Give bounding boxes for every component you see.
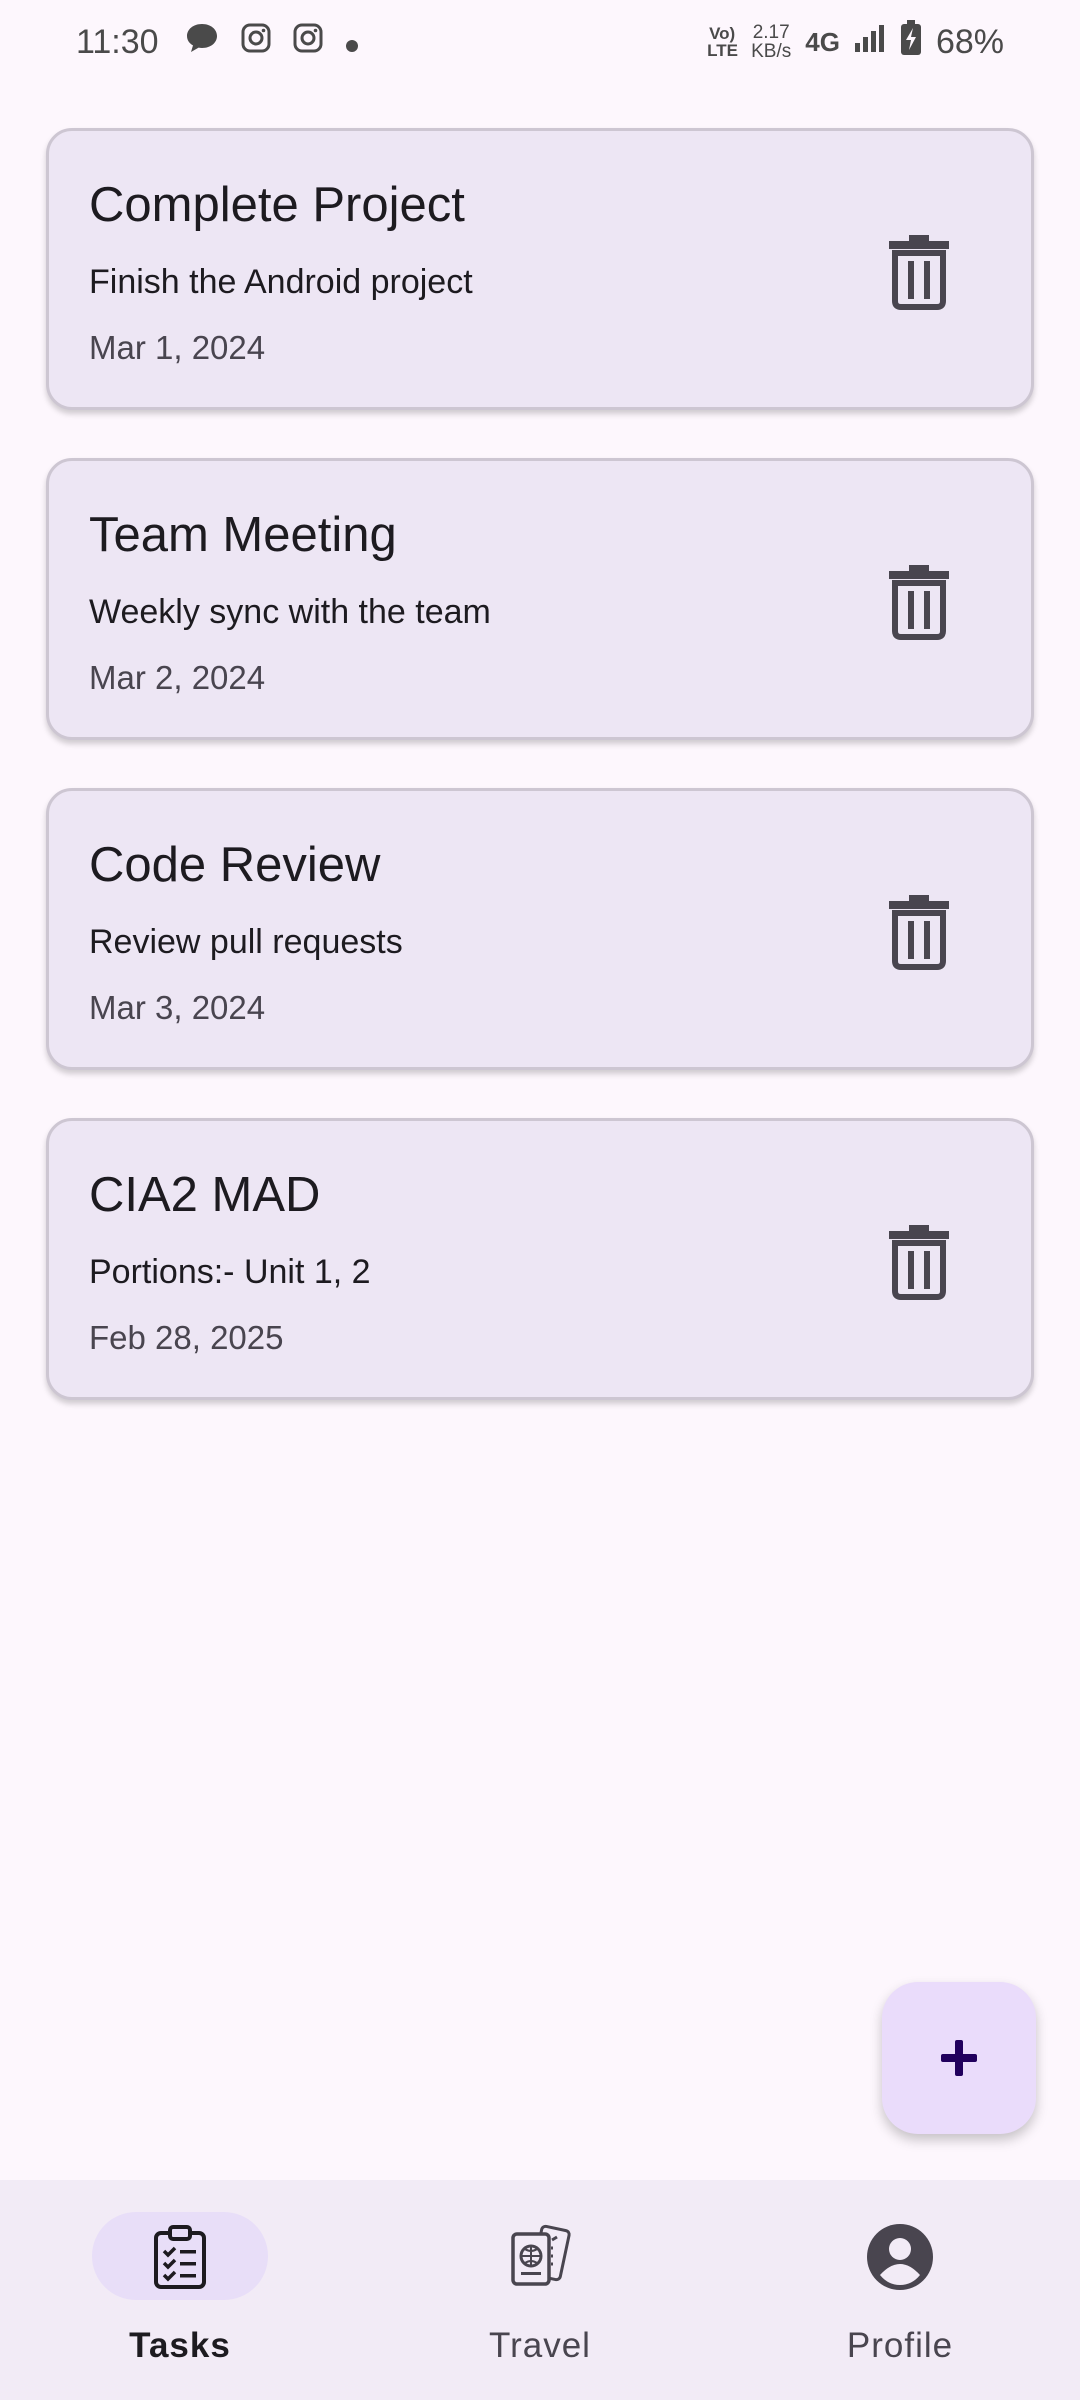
nav-label-tasks: Tasks <box>129 2326 231 2365</box>
network-speed-unit: KB/s <box>751 41 792 62</box>
battery-charging-icon <box>900 19 922 65</box>
network-speed: 2.17 KB/s <box>751 23 791 61</box>
trash-icon <box>889 895 949 970</box>
nav-item-travel[interactable]: Travel <box>360 2180 720 2400</box>
status-bar-left: 11:30 <box>76 22 359 63</box>
signal-icon <box>854 23 886 62</box>
volte-indicator: Vo) LTE <box>707 24 738 60</box>
status-time: 11:30 <box>76 22 159 61</box>
task-card[interactable]: Team Meeting Weekly sync with the team M… <box>46 458 1034 740</box>
task-title: Code Review <box>89 838 381 892</box>
task-card[interactable]: Code Review Review pull requests Mar 3, … <box>46 788 1034 1070</box>
passport-ticket-icon <box>500 2222 580 2292</box>
account-circle-icon <box>860 2222 940 2292</box>
delete-task-button[interactable] <box>883 891 955 971</box>
task-list: Complete Project Finish the Android proj… <box>46 128 1034 1448</box>
task-description: Weekly sync with the team <box>89 593 491 631</box>
task-card[interactable]: CIA2 MAD Portions:- Unit 1, 2 Feb 28, 20… <box>46 1118 1034 1400</box>
bottom-navigation: Tasks Travel Profile <box>0 2180 1080 2400</box>
task-date: Mar 1, 2024 <box>89 329 266 366</box>
task-date: Mar 3, 2024 <box>89 989 266 1026</box>
instagram-icon <box>241 23 271 62</box>
nav-label-travel: Travel <box>489 2326 591 2365</box>
task-card[interactable]: Complete Project Finish the Android proj… <box>46 128 1034 410</box>
task-description: Review pull requests <box>89 923 403 961</box>
clipboard-checklist-icon <box>140 2222 220 2292</box>
battery-percent: 68% <box>935 22 1004 61</box>
trash-icon <box>889 1225 949 1300</box>
task-date: Mar 2, 2024 <box>89 659 266 696</box>
task-description: Portions:- Unit 1, 2 <box>89 1253 371 1291</box>
trash-icon <box>889 235 949 310</box>
nav-item-tasks[interactable]: Tasks <box>0 2180 360 2400</box>
status-bar-right: Vo) LTE 2.17 KB/s 4G 68% <box>707 19 1004 65</box>
network-speed-value: 2.17 <box>752 22 790 43</box>
task-title: Complete Project <box>89 178 465 232</box>
trash-icon <box>889 565 949 640</box>
dot-icon <box>345 23 359 62</box>
delete-task-button[interactable] <box>883 1221 955 1301</box>
status-bar: 11:30 Vo) LTE 2.17 KB/s 4G 68% <box>0 0 1080 84</box>
delete-task-button[interactable] <box>883 561 955 641</box>
task-title: Team Meeting <box>89 508 397 562</box>
message-icon <box>185 22 219 63</box>
network-type: 4G <box>805 26 840 57</box>
nav-item-profile[interactable]: Profile <box>720 2180 1080 2400</box>
instagram-icon <box>293 23 323 62</box>
delete-task-button[interactable] <box>883 231 955 311</box>
plus-icon <box>941 2040 977 2076</box>
add-task-button[interactable] <box>882 1982 1036 2134</box>
task-title: CIA2 MAD <box>89 1168 321 1222</box>
task-description: Finish the Android project <box>89 263 473 301</box>
nav-label-profile: Profile <box>846 2326 954 2365</box>
task-date: Feb 28, 2025 <box>89 1319 284 1356</box>
